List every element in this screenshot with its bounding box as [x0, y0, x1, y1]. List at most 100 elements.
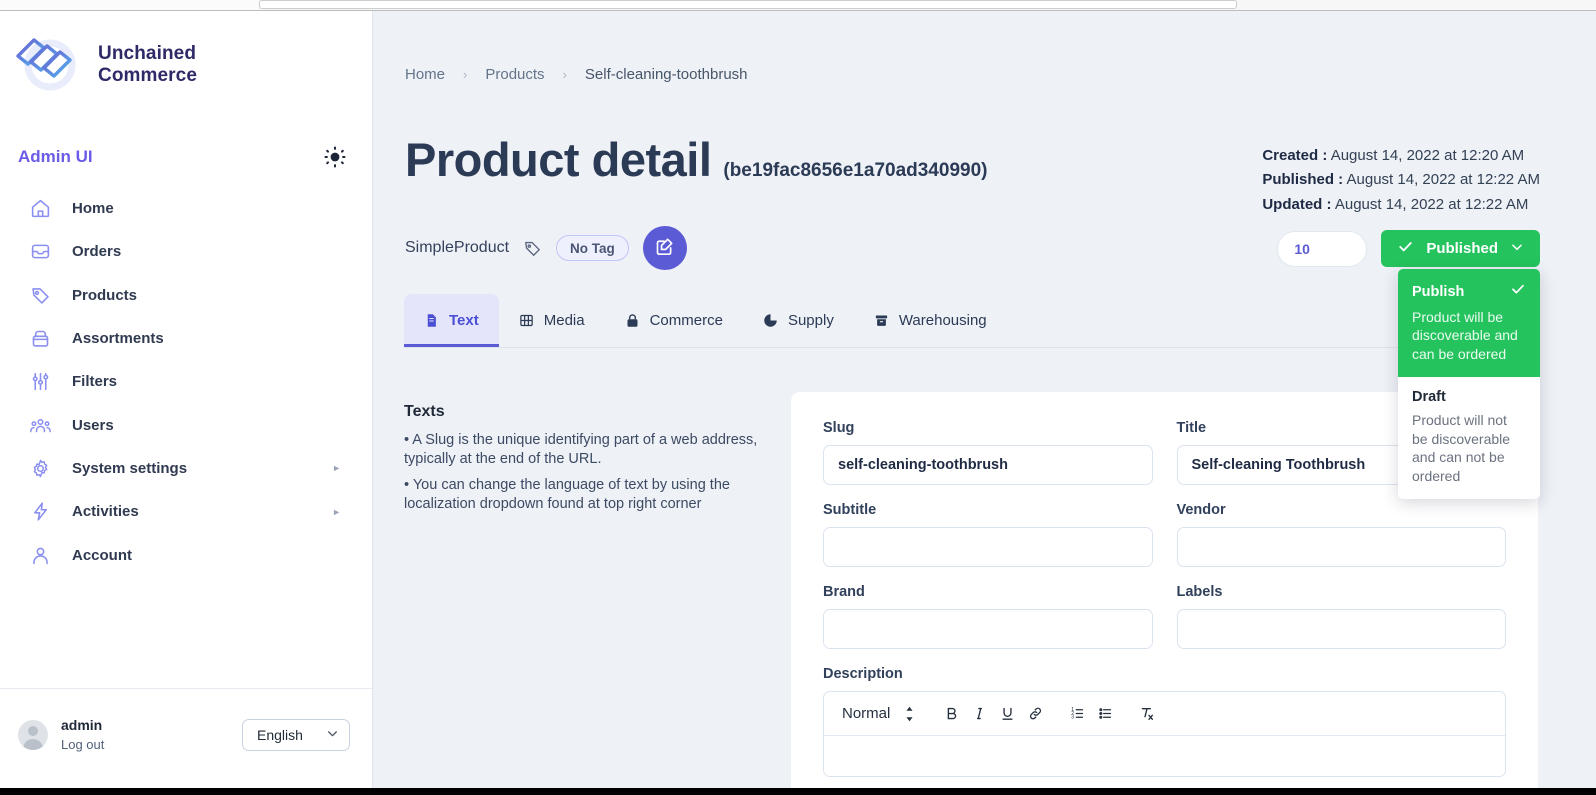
field-vendor: Vendor: [1176, 502, 1506, 567]
format-select-value[interactable]: Normal: [842, 705, 890, 722]
help-heading: Texts: [404, 403, 445, 420]
bold-icon[interactable]: [937, 700, 965, 728]
pie-icon: [763, 313, 778, 328]
product-subheader: SimpleProduct No Tag: [405, 226, 687, 270]
tab-label: Warehousing: [898, 312, 987, 329]
underline-icon[interactable]: [993, 700, 1021, 728]
subtitle-input[interactable]: [823, 527, 1153, 567]
sidebar-item-label: Users: [72, 416, 114, 434]
sidebar-item-label: Products: [72, 286, 138, 304]
browser-url-bar[interactable]: [259, 0, 1237, 9]
unchained-logo-icon: [14, 34, 86, 96]
brand-name: Unchained Commerce: [98, 43, 197, 86]
editor-toolbar: Normal 123: [824, 692, 1505, 736]
product-meta: Created : August 14, 2022 at 12:20 AM Pu…: [1262, 144, 1540, 217]
status-option-draft[interactable]: Draft Product will not be discoverable a…: [1398, 377, 1540, 499]
sidebar-item-filters[interactable]: Filters: [0, 360, 373, 403]
help-bullet: • You can change the language of text by…: [404, 476, 730, 513]
clear-format-icon[interactable]: [1133, 700, 1161, 728]
description-textarea[interactable]: [824, 736, 1505, 776]
sun-icon[interactable]: [322, 144, 348, 170]
logout-link[interactable]: Log out: [61, 736, 104, 755]
check-icon: [1510, 281, 1526, 302]
ordered-list-icon[interactable]: 123: [1063, 700, 1091, 728]
field-subtitle: Subtitle: [823, 502, 1153, 567]
tab-label: Commerce: [649, 312, 723, 329]
status-option-publish[interactable]: Publish Product will be discoverable and…: [1398, 269, 1540, 378]
field-label: Description: [823, 666, 903, 682]
brand-name-line1: Unchained: [98, 43, 197, 65]
chevron-right-icon: ►: [332, 463, 341, 474]
field-label: Brand: [823, 584, 865, 600]
lock-icon: [625, 313, 640, 328]
edit-product-button[interactable]: [642, 226, 687, 270]
tag-icon: [523, 239, 542, 258]
tab-label: Supply: [787, 312, 834, 329]
publish-status-button[interactable]: Published: [1381, 230, 1540, 267]
sidebar-item-orders[interactable]: Orders: [0, 230, 373, 273]
slug-input[interactable]: [823, 445, 1153, 485]
tag-chip[interactable]: No Tag: [556, 235, 629, 261]
labels-input[interactable]: [1176, 609, 1506, 649]
sidebar-item-system-settings[interactable]: System settings ►: [0, 447, 373, 490]
bottom-bar: [0, 788, 1596, 795]
status-option-title: Draft: [1412, 389, 1446, 406]
sidebar-item-label: Orders: [72, 243, 122, 261]
italic-icon[interactable]: [965, 700, 993, 728]
sidebar-item-label: System settings: [72, 459, 188, 477]
breadcrumb: Home › Products › Self-cleaning-toothbru…: [405, 66, 748, 83]
tab-text[interactable]: Text: [404, 294, 499, 347]
status-option-title: Publish: [1412, 283, 1465, 300]
person-icon: [28, 543, 52, 567]
breadcrumb-item-products[interactable]: Products: [485, 66, 544, 83]
sequence-input[interactable]: [1277, 230, 1368, 267]
sidebar-item-home[interactable]: Home: [0, 187, 373, 230]
tab-media[interactable]: Media: [499, 294, 605, 347]
avatar: [18, 720, 48, 750]
meta-created-value: August 14, 2022 at 12:20 AM: [1330, 147, 1525, 164]
sidebar-item-assortments[interactable]: Assortments: [0, 317, 373, 360]
language-select[interactable]: English: [242, 719, 350, 751]
sidebar-item-products[interactable]: Products: [0, 274, 373, 317]
sidebar: Unchained Commerce Admin UI Home Orders …: [0, 11, 373, 788]
meta-updated: Updated : August 14, 2022 at 12:22 AM: [1262, 193, 1540, 217]
sidebar-item-activities[interactable]: Activities ►: [0, 490, 373, 533]
app-root: Unchained Commerce Admin UI Home Orders …: [0, 0, 1596, 795]
sidebar-item-account[interactable]: Account: [0, 533, 373, 576]
tab-commerce[interactable]: Commerce: [605, 294, 743, 347]
field-label: Subtitle: [823, 502, 877, 518]
vendor-input[interactable]: [1176, 527, 1506, 567]
meta-published: Published : August 14, 2022 at 12:22 AM: [1262, 168, 1540, 192]
sidebar-item-users[interactable]: Users: [0, 403, 373, 446]
browser-chrome: [0, 0, 1596, 11]
bullet-list-icon[interactable]: [1091, 700, 1119, 728]
status-option-header: Draft: [1412, 389, 1526, 405]
chevron-down-icon: [326, 727, 339, 743]
breadcrumb-item-home[interactable]: Home: [405, 66, 445, 83]
field-label: Vendor: [1176, 502, 1226, 518]
up-down-caret-icon[interactable]: [904, 705, 915, 723]
tab-warehousing[interactable]: Warehousing: [854, 294, 1007, 347]
sidebar-item-label: Assortments: [72, 330, 164, 348]
sidebar-footer: admin Log out English: [0, 688, 372, 781]
sidebar-item-label: Home: [72, 200, 114, 218]
brand-logo[interactable]: Unchained Commerce: [14, 34, 197, 96]
box-icon: [28, 327, 52, 351]
tab-bar: Text Media Commerce Supply Warehousing: [404, 294, 1540, 348]
page-title: Product detail: [405, 133, 712, 186]
admin-ui-title: Admin UI: [18, 147, 93, 166]
link-icon[interactable]: [1021, 700, 1049, 728]
status-option-description: Product will not be discoverable and can…: [1412, 412, 1511, 484]
tab-supply[interactable]: Supply: [743, 294, 854, 347]
bolt-icon: [28, 500, 52, 524]
status-option-header: Publish: [1412, 281, 1526, 302]
help-bullet: • A Slug is the unique identifying part …: [404, 432, 758, 468]
language-select-value: English: [257, 727, 303, 743]
status-controls: Published: [1277, 230, 1540, 267]
meta-updated-value: August 14, 2022 at 12:22 AM: [1334, 195, 1529, 213]
inbox-icon: [28, 240, 52, 264]
product-id: (be19fac8656e1a70ad340990): [723, 160, 988, 181]
brand-input[interactable]: [823, 609, 1153, 649]
tab-label: Media: [543, 312, 585, 329]
publish-status-label: Published: [1426, 240, 1498, 257]
